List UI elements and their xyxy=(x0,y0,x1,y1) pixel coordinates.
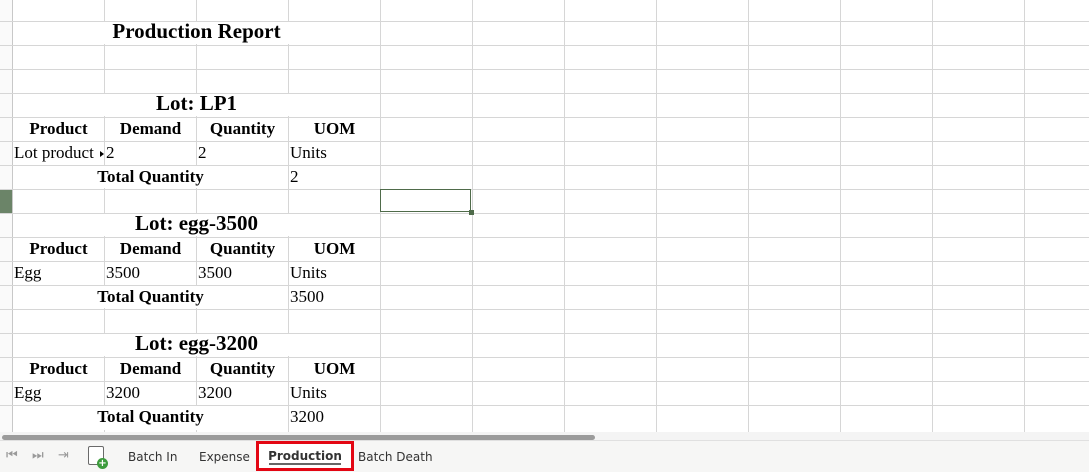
column-header-product: Product xyxy=(29,359,88,378)
selected-cell[interactable] xyxy=(380,189,471,212)
first-sheet-icon[interactable]: ⏮ xyxy=(6,448,18,463)
row-header[interactable] xyxy=(0,213,12,238)
row-header[interactable] xyxy=(0,261,12,286)
row-header[interactable] xyxy=(0,45,12,70)
column-gridline xyxy=(932,0,933,432)
total-quantity-label: Total Quantity xyxy=(97,287,204,306)
row-header[interactable] xyxy=(0,93,12,118)
horizontal-scrollbar[interactable] xyxy=(0,432,1089,440)
column-header-product: Product xyxy=(29,239,88,258)
cell-quantity[interactable]: 3200 xyxy=(198,381,288,405)
column-gridline xyxy=(1024,0,1025,432)
add-sheet-icon[interactable]: + xyxy=(88,446,108,469)
cell-quantity[interactable]: 3500 xyxy=(198,261,288,285)
lot-heading: Lot: egg-3200 xyxy=(134,331,259,355)
tab-batch-death[interactable]: Batch Death xyxy=(352,447,439,467)
column-gridline xyxy=(472,0,473,432)
row-gridline xyxy=(0,189,1089,190)
row-header[interactable] xyxy=(0,405,12,433)
cell-product[interactable]: Egg xyxy=(14,381,102,405)
tab-production[interactable]: Production xyxy=(256,441,354,471)
column-gridline xyxy=(656,0,657,432)
row-header[interactable] xyxy=(0,285,12,310)
column-gridline xyxy=(748,0,749,432)
row-gridline xyxy=(0,45,1089,46)
cell-uom[interactable]: Units xyxy=(290,261,380,285)
cell-quantity[interactable]: 2 xyxy=(198,141,288,165)
column-header-demand: Demand xyxy=(119,359,182,378)
row-header[interactable] xyxy=(0,165,12,190)
fill-handle[interactable] xyxy=(469,210,474,215)
total-quantity-value[interactable]: 2 xyxy=(290,165,380,189)
column-header-quantity: Quantity xyxy=(209,359,276,378)
column-header-uom: UOM xyxy=(313,239,356,258)
tab-batch-in[interactable]: Batch In xyxy=(122,447,183,467)
column-header-quantity: Quantity xyxy=(209,119,276,138)
cell-product[interactable]: Egg xyxy=(14,261,102,285)
row-header-strip[interactable] xyxy=(0,0,13,433)
column-header-uom: UOM xyxy=(313,119,356,138)
sheet-tab-bar: ⏮ ⏭ ⇥ + Batch In Expense Production Batc… xyxy=(0,440,1089,472)
row-header[interactable] xyxy=(0,0,12,22)
row-gridline xyxy=(0,309,1089,310)
prev-sheet-icon[interactable]: ⏭ xyxy=(32,448,44,463)
column-gridline xyxy=(380,0,381,432)
spreadsheet-grid[interactable]: Production Report Lot: LP1 Product Deman… xyxy=(0,0,1089,433)
active-tab-underline xyxy=(269,463,341,465)
cell-product[interactable]: Lot product xyxy=(14,141,102,165)
column-header-demand: Demand xyxy=(119,239,182,258)
row-header[interactable] xyxy=(0,357,12,382)
cell-demand[interactable]: 2 xyxy=(106,141,196,165)
tab-production-label: Production xyxy=(268,449,342,463)
tab-expense[interactable]: Expense xyxy=(193,447,256,467)
text-overflow-arrow-icon xyxy=(100,151,104,157)
row-header[interactable] xyxy=(0,237,12,262)
row-gridline xyxy=(0,69,1089,70)
cell-demand[interactable]: 3500 xyxy=(106,261,196,285)
column-header-product: Product xyxy=(29,119,88,138)
row-header[interactable] xyxy=(0,381,12,406)
row-header-selected[interactable] xyxy=(0,189,12,214)
plus-icon: + xyxy=(97,458,108,469)
total-quantity-label: Total Quantity xyxy=(97,407,204,426)
column-header-quantity: Quantity xyxy=(209,239,276,258)
row-header[interactable] xyxy=(0,21,12,46)
row-header[interactable] xyxy=(0,141,12,166)
total-quantity-value[interactable]: 3200 xyxy=(290,405,380,429)
lot-heading: Lot: LP1 xyxy=(155,91,238,115)
cell-uom[interactable]: Units xyxy=(290,381,380,405)
column-gridline xyxy=(840,0,841,432)
lot-heading: Lot: egg-3500 xyxy=(134,211,259,235)
row-header[interactable] xyxy=(0,309,12,334)
cell-uom[interactable]: Units xyxy=(290,141,380,165)
column-gridline xyxy=(564,0,565,432)
row-header[interactable] xyxy=(0,117,12,142)
row-header[interactable] xyxy=(0,69,12,94)
row-header[interactable] xyxy=(0,333,12,358)
cell-demand[interactable]: 3200 xyxy=(106,381,196,405)
column-header-uom: UOM xyxy=(313,359,356,378)
report-title: Production Report xyxy=(112,19,281,43)
total-quantity-label: Total Quantity xyxy=(97,167,204,186)
column-header-demand: Demand xyxy=(119,119,182,138)
total-quantity-value[interactable]: 3500 xyxy=(290,285,380,309)
last-sheet-icon[interactable]: ⇥ xyxy=(58,448,69,463)
